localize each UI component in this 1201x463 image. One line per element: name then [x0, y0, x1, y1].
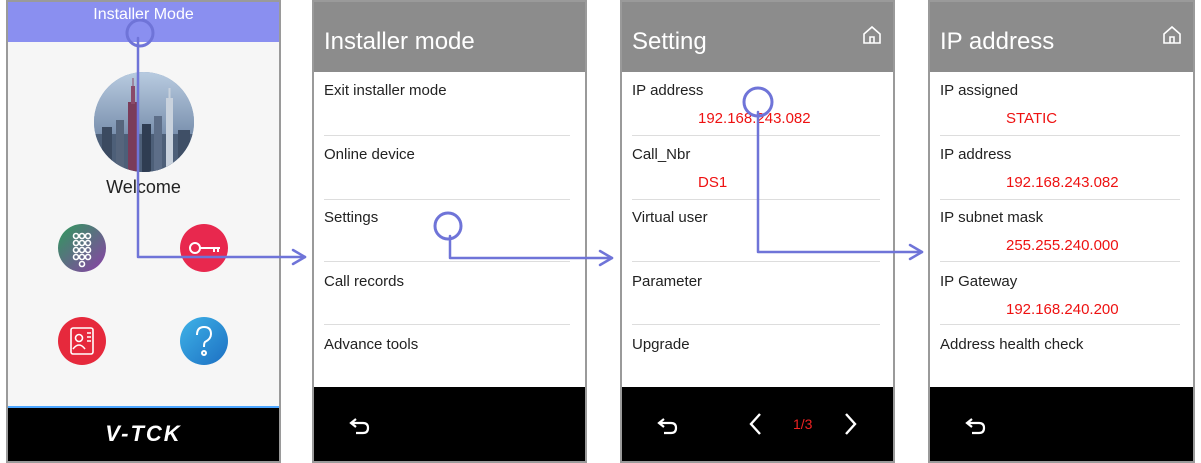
tap-marker-1 [125, 18, 155, 48]
flow-arrow-3 [756, 110, 924, 254]
tap-marker-2 [433, 211, 463, 241]
flow-arrow-1 [136, 36, 307, 259]
flow-arrow-2 [448, 234, 614, 260]
flow-annotation-overlay [125, 18, 924, 267]
